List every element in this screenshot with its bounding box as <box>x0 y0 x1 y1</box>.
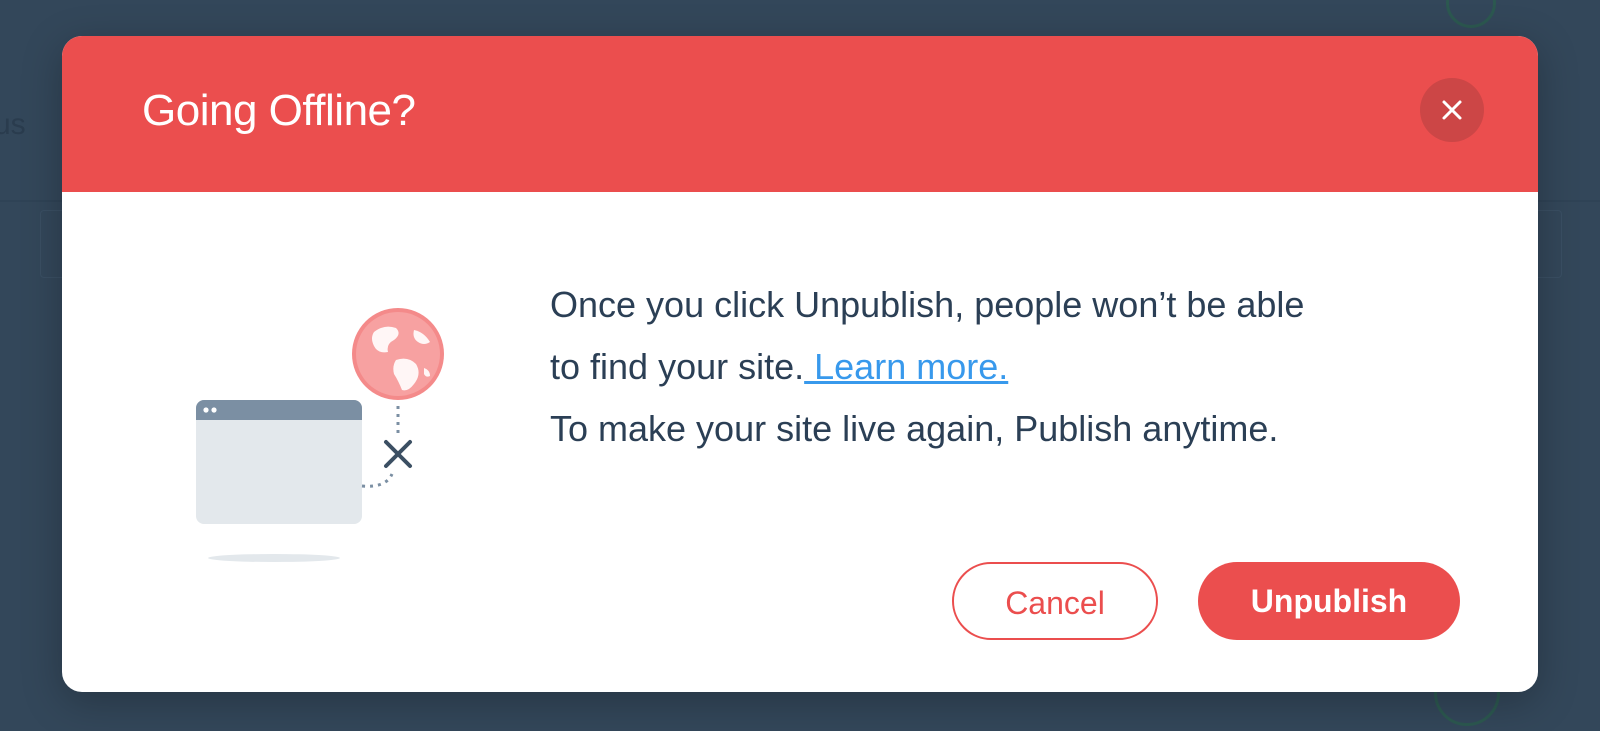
disconnect-x-icon <box>384 440 412 468</box>
globe-icon <box>352 308 444 400</box>
offline-illustration <box>192 268 472 568</box>
cancel-button[interactable]: Cancel <box>952 562 1158 640</box>
shadow-shape <box>208 554 340 562</box>
dialog-header: Going Offline? <box>62 36 1538 192</box>
message-line-1: Once you click Unpublish, people won’t b… <box>550 284 1305 325</box>
message-line-2: to find your site. Learn more. <box>550 336 1470 398</box>
background-partial-text: us <box>0 108 26 141</box>
dialog-message: Once you click Unpublish, people won’t b… <box>550 274 1470 460</box>
close-button[interactable] <box>1420 78 1484 142</box>
message-line-2-text: to find your site. <box>550 346 805 387</box>
background-status-icon <box>1446 0 1496 28</box>
unpublish-button[interactable]: Unpublish <box>1198 562 1460 640</box>
learn-more-link[interactable]: Learn more. <box>804 346 1008 387</box>
dialog-title: Going Offline? <box>142 86 416 135</box>
close-icon <box>1442 100 1462 120</box>
connector-line <box>361 473 394 488</box>
unpublish-dialog: Going Offline? Once you click Unpublish,… <box>62 36 1538 692</box>
browser-window-icon <box>196 400 362 524</box>
message-line-3: To make your site live again, Publish an… <box>550 408 1279 449</box>
